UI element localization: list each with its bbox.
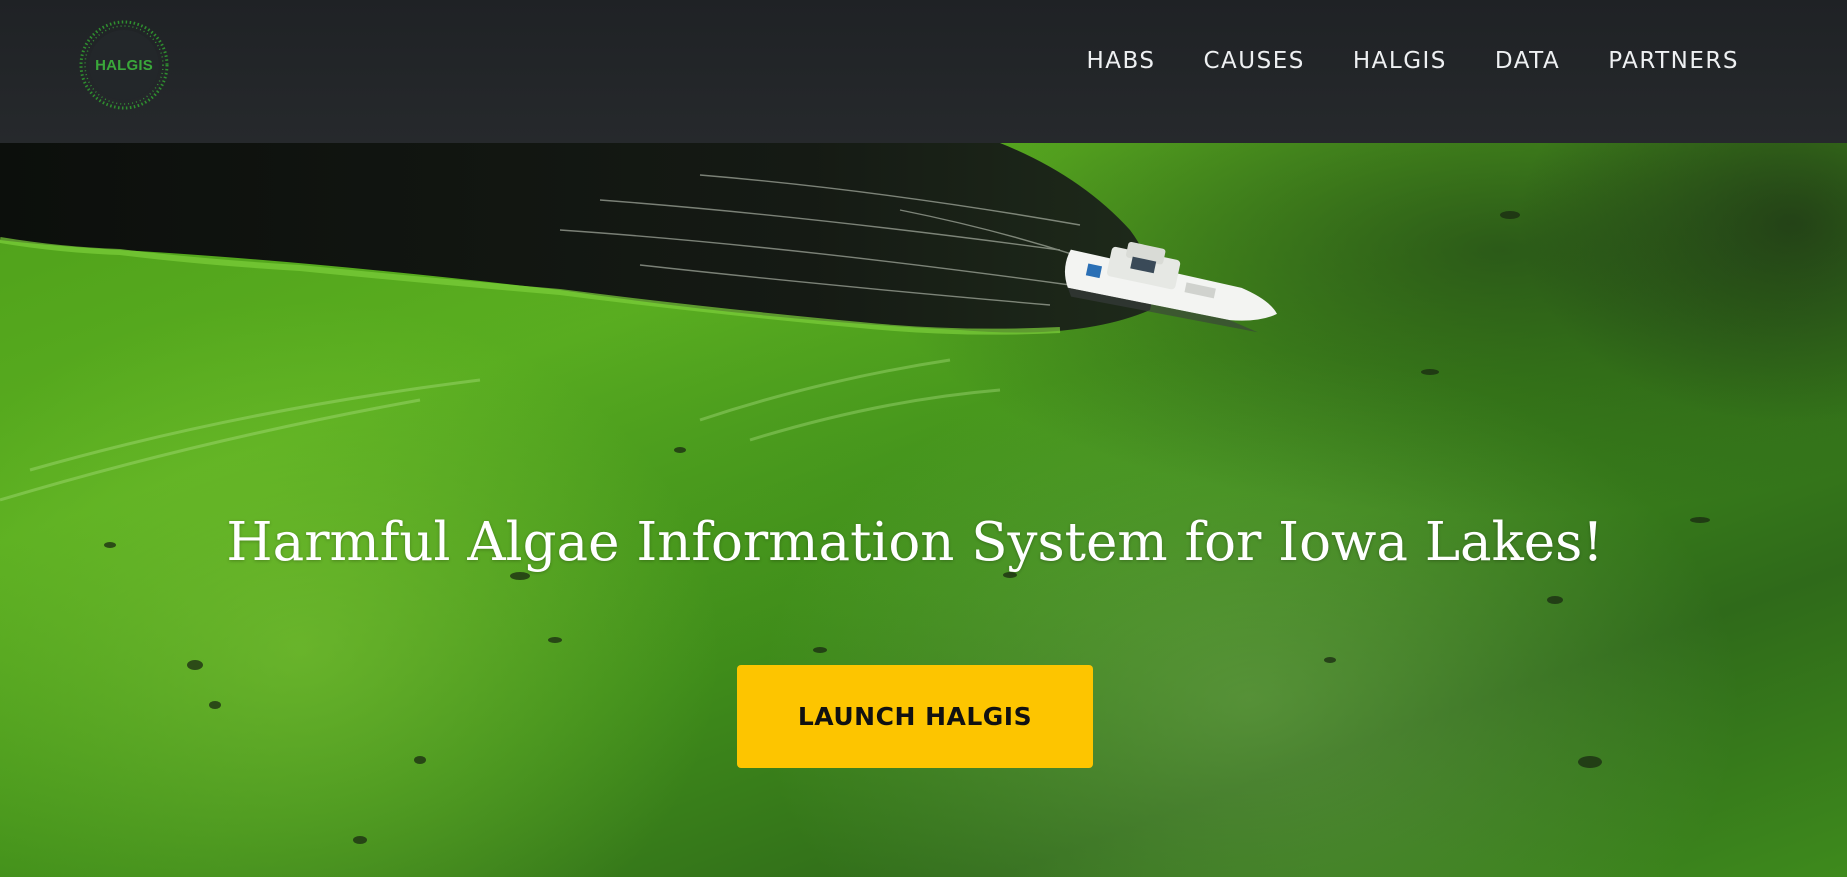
top-navbar: HALGIS HABS CAUSES HALGIS DATA PARTNERS [0,0,1847,143]
halgis-logo[interactable]: HALGIS [78,19,170,111]
page: HALGIS HABS CAUSES HALGIS DATA PARTNERS … [0,0,1847,877]
nav-item-causes[interactable]: CAUSES [1204,48,1305,74]
main-nav: HABS CAUSES HALGIS DATA PARTNERS [1038,48,1739,74]
nav-item-halgis[interactable]: HALGIS [1353,48,1447,74]
nav-item-partners[interactable]: PARTNERS [1608,48,1739,74]
nav-item-data[interactable]: DATA [1495,48,1560,74]
hero-headline: Harmful Algae Information System for Iow… [226,512,1604,573]
logo-text: HALGIS [95,56,153,74]
launch-halgis-button[interactable]: LAUNCH HALGIS [737,665,1093,768]
nav-item-habs[interactable]: HABS [1086,48,1155,74]
